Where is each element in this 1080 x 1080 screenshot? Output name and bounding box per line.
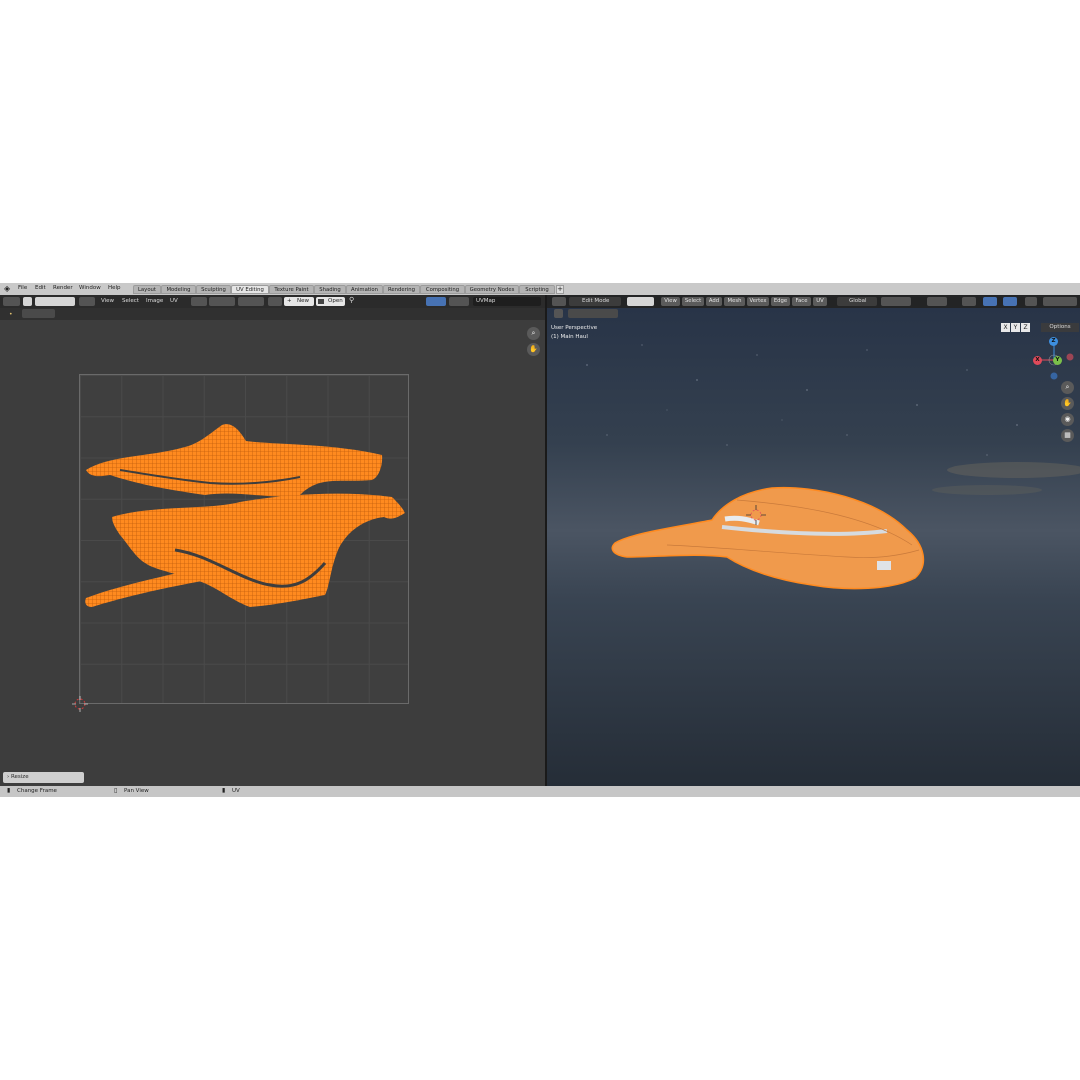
menu-window[interactable]: Window xyxy=(79,285,101,291)
mouse-middle-icon: ▯ xyxy=(114,787,118,794)
gizmo-z-axis[interactable]: Z xyxy=(1049,337,1058,346)
orientation-label: Global xyxy=(849,298,867,304)
status-change-frame: Change Frame xyxy=(17,788,57,794)
3d-viewport[interactable]: Edit Mode View Select Add Mesh Vertex Ed… xyxy=(547,295,1080,786)
menu-vertex[interactable]: Vertex xyxy=(747,297,769,306)
menu-select[interactable]: Select xyxy=(682,297,704,306)
orientation-selector[interactable]: Global xyxy=(837,297,877,306)
mirror-z-toggle[interactable]: Z xyxy=(1021,323,1030,332)
proportional-edit-icon[interactable] xyxy=(927,297,947,306)
menu-mesh[interactable]: Mesh xyxy=(724,297,745,306)
uv-island-tail xyxy=(85,565,215,607)
select-mode-icon[interactable] xyxy=(627,297,654,306)
uv-island-upper xyxy=(86,424,383,497)
gizmo-y-axis[interactable]: Y xyxy=(1053,356,1062,365)
blender-window: ◈ File Edit Render Window Help Layout Mo… xyxy=(0,283,1080,797)
tab-sculpting[interactable]: Sculpting xyxy=(196,285,231,294)
status-uv: UV xyxy=(232,788,240,794)
mouse-left-icon: ▮ xyxy=(7,787,11,794)
tab-scripting[interactable]: Scripting xyxy=(519,285,555,294)
uv-editor: View Select Image UV + New Open ⚲ UVMap … xyxy=(0,295,545,786)
add-workspace-button[interactable]: + xyxy=(556,285,564,294)
blender-logo-icon[interactable]: ◈ xyxy=(4,285,12,293)
tab-modeling[interactable]: Modeling xyxy=(161,285,196,294)
uv-islands[interactable] xyxy=(0,295,545,786)
tab-geometry-nodes[interactable]: Geometry Nodes xyxy=(465,285,519,294)
perspective-label: User Perspective xyxy=(551,325,598,331)
uv-cursor-icon xyxy=(72,696,88,712)
viewport-tool-header xyxy=(547,308,1080,320)
tab-animation[interactable]: Animation xyxy=(346,285,383,294)
hand-pan-icon[interactable]: ✋ xyxy=(1061,397,1074,410)
viewport-header: Edit Mode View Select Add Mesh Vertex Ed… xyxy=(547,295,1080,308)
menu-render[interactable]: Render xyxy=(53,285,73,291)
options-dropdown[interactable]: Options xyxy=(1041,323,1079,332)
status-pan-view: Pan View xyxy=(124,788,149,794)
toolbar-toggle-icon[interactable] xyxy=(554,309,563,318)
zoom-icon[interactable]: ⌕ xyxy=(1061,381,1074,394)
xray-icon[interactable] xyxy=(1025,297,1037,306)
tool-select-box-icon[interactable] xyxy=(568,309,618,318)
grid-icon[interactable]: ▦ xyxy=(1061,429,1074,442)
mouse-right-icon: ▮ xyxy=(222,787,226,794)
status-bar: ▮ Change Frame ▯ Pan View ▮ UV xyxy=(0,786,1080,797)
tab-uv-editing[interactable]: UV Editing xyxy=(231,285,269,294)
menu-edge[interactable]: Edge xyxy=(771,297,790,306)
shading-mode-icon[interactable] xyxy=(1043,297,1077,306)
menu-help[interactable]: Help xyxy=(108,285,121,291)
top-bar: ◈ File Edit Render Window Help Layout Mo… xyxy=(0,283,1080,295)
tab-compositing[interactable]: Compositing xyxy=(420,285,465,294)
tab-layout[interactable]: Layout xyxy=(133,285,161,294)
resize-operator-panel[interactable]: › Resize xyxy=(3,772,84,783)
pivot-icon[interactable] xyxy=(881,297,911,306)
camera-icon[interactable]: ◉ xyxy=(1061,413,1074,426)
menu-face[interactable]: Face xyxy=(792,297,811,306)
menu-add[interactable]: Add xyxy=(706,297,722,306)
chevron-right-icon: › xyxy=(7,774,10,780)
mirror-x-toggle[interactable]: X xyxy=(1001,323,1010,332)
menu-uv[interactable]: UV xyxy=(813,297,827,306)
mode-label: Edit Mode xyxy=(582,298,610,304)
mode-selector[interactable]: Edit Mode xyxy=(569,297,621,306)
selectability-icon[interactable] xyxy=(962,297,976,306)
gizmo-x-axis[interactable]: X xyxy=(1033,356,1042,365)
zoom-icon[interactable]: ⌕ xyxy=(527,327,540,340)
tab-rendering[interactable]: Rendering xyxy=(383,285,420,294)
tab-texture-paint[interactable]: Texture Paint xyxy=(269,285,314,294)
menu-view[interactable]: View xyxy=(661,297,680,306)
tab-shading[interactable]: Shading xyxy=(314,285,346,294)
spaceship-mesh xyxy=(611,486,925,590)
sky-background xyxy=(586,344,1080,590)
hand-pan-icon[interactable]: ✋ xyxy=(527,343,540,356)
overlays-icon[interactable] xyxy=(1003,297,1017,306)
menu-edit[interactable]: Edit xyxy=(35,285,46,291)
gizmo-toggle-icon[interactable] xyxy=(983,297,997,306)
object-label: (1) Main Haul xyxy=(551,334,588,340)
menu-file[interactable]: File xyxy=(18,285,27,291)
resize-panel-label: Resize xyxy=(10,774,29,780)
editor-type-icon[interactable] xyxy=(552,297,566,306)
mirror-y-toggle[interactable]: Y xyxy=(1011,323,1020,332)
